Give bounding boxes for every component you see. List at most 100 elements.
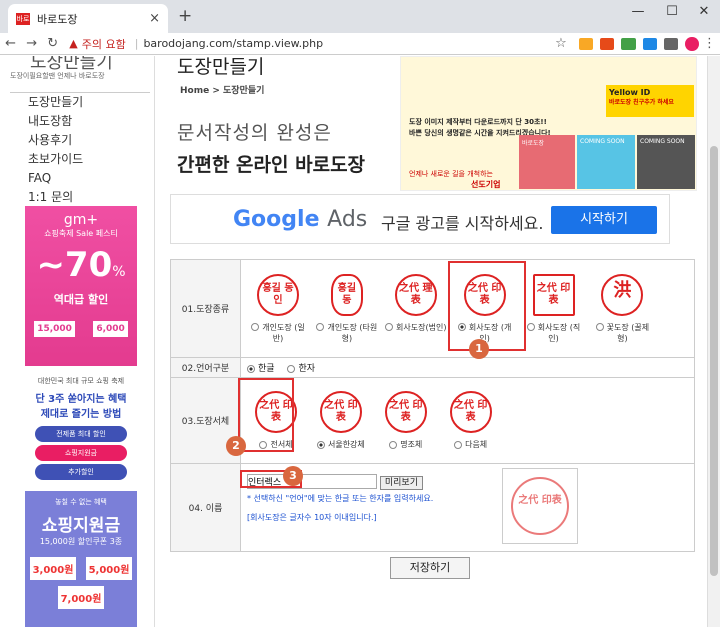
stamp-preview: 홍길 동인 xyxy=(257,273,299,316)
banner-footer: 언제나 새로운 길을 개척하는 xyxy=(409,170,493,178)
font-option[interactable]: 之代 印表 명조체 xyxy=(377,391,435,450)
radio-button[interactable] xyxy=(316,323,325,331)
stamp-preview: 之代 印表 xyxy=(511,477,569,535)
ad-percent: ~70 xyxy=(36,245,113,285)
highlight-box xyxy=(238,378,294,452)
bookmark-star-icon[interactable]: ☆ xyxy=(550,36,571,51)
warning-icon: ▲ xyxy=(69,37,78,50)
sidebar-item-inquiry[interactable]: 1:1 문의 xyxy=(10,188,150,207)
radio-button[interactable] xyxy=(595,323,604,331)
banner-tile[interactable]: 바로도장 xyxy=(519,135,575,189)
stamp-preview: 之代 印表 xyxy=(319,391,362,433)
extension-icon[interactable] xyxy=(664,37,679,50)
stamp-preview: 之代 印表 xyxy=(449,391,492,433)
banner-tile[interactable]: COMING SOON xyxy=(577,135,635,189)
promo-banner[interactable]: 도장 이미지 제작부터 다운로드까지 단 30초!! 바쁜 당신의 생명같은 시… xyxy=(400,56,697,191)
radio-hanja[interactable] xyxy=(287,364,296,373)
save-button[interactable]: 저장하기 xyxy=(390,557,470,579)
sidebar-item-faq[interactable]: FAQ xyxy=(10,169,150,188)
ad-text: 15,000원 할인쿠폰 3종 xyxy=(39,537,123,546)
stamp-preview: 之代 印表 xyxy=(384,391,427,433)
step-badge: 3 xyxy=(283,466,303,486)
more-menu-icon[interactable]: ⋮ xyxy=(699,36,720,51)
ad-pill: 추가할인 xyxy=(35,464,127,480)
font-option[interactable]: 之代 印表 다음체 xyxy=(442,391,500,450)
close-tab-icon[interactable]: × xyxy=(149,11,160,26)
banner-company: 선도기업 xyxy=(471,180,501,189)
breadcrumb-home[interactable]: Home xyxy=(180,86,209,96)
ad-text: 놓칠 수 없는 혜택 xyxy=(55,498,107,506)
stamp-type-option[interactable]: 홍길 동인 개인도장 (일반) xyxy=(247,273,309,344)
google-ads-banner[interactable]: Google Ads 구글 광고를 시작하세요. 시작하기 xyxy=(170,194,670,244)
language-options: 한글 한자 xyxy=(240,357,695,378)
stamp-type-option[interactable]: 之代 印表 회사도장 (직인) xyxy=(523,273,585,344)
window-close-icon[interactable]: ✕ xyxy=(688,4,720,19)
sidebar-item-reviews[interactable]: 사용후기 xyxy=(10,131,150,150)
sidebar-ad-festival[interactable]: 대한민국 최대 규모 쇼핑 축제 단 3주 쏟아지는 혜택 제대로 즐기는 방법… xyxy=(25,376,137,486)
address-bar[interactable]: ▲ 주의 요함 | barodojang.com/stamp.view.php xyxy=(69,35,510,53)
preview-button[interactable]: 미리보기 xyxy=(379,476,423,490)
extension-icon[interactable] xyxy=(578,37,593,50)
radio-button[interactable] xyxy=(454,440,463,449)
ad-coupon: 3,000원 xyxy=(29,557,77,580)
radio-korean[interactable] xyxy=(247,364,255,373)
scrollbar[interactable] xyxy=(707,56,720,627)
yellow-id-card[interactable]: Yellow ID 바로도장 친구추가 하세요 xyxy=(606,85,694,117)
scrollbar-thumb[interactable] xyxy=(710,146,718,576)
ads-text: 구글 광고를 시작하세요. xyxy=(381,214,544,233)
stamp-preview-box: 之代 印表 xyxy=(502,468,578,544)
ad-pill: 전제품 최대 할인 xyxy=(35,426,127,442)
step-badge: 1 xyxy=(469,339,489,359)
radio-button[interactable] xyxy=(251,323,260,331)
breadcrumb-separator: > xyxy=(212,86,220,96)
slogan-line-1: 문서작성의 완성은 xyxy=(177,122,332,144)
banner-tile[interactable]: COMING SOON xyxy=(637,135,695,189)
name-hint-company: [회사도장은 글자수 10자 이내입니다.] xyxy=(247,513,377,522)
ad-percent-unit: % xyxy=(112,264,126,280)
maximize-icon[interactable]: ☐ xyxy=(656,4,688,19)
address-divider: | xyxy=(134,37,139,50)
forward-icon[interactable]: → xyxy=(21,36,42,51)
google-logo: Google Ads xyxy=(233,207,368,232)
stamp-preview: 之代 印表 xyxy=(532,273,575,316)
ad-coupon: 7,000원 xyxy=(57,586,105,609)
stamp-type-option[interactable]: 之代 理表 회사도장(법인) xyxy=(385,273,447,333)
browser-tab[interactable]: 바로 바로도장 × xyxy=(8,4,168,33)
lang-korean-label: 한글 xyxy=(258,364,275,374)
radio-button[interactable] xyxy=(389,440,398,449)
sidebar-ad-gmarket[interactable]: gm+ 쇼핑축제 Sale 페스티 ~70% 역대급 할인 15,000 6,0… xyxy=(25,206,137,366)
ad-title: 쇼핑지원금 xyxy=(41,516,121,536)
profile-avatar[interactable] xyxy=(685,36,699,51)
reload-icon[interactable]: ↻ xyxy=(42,36,63,51)
extension-icon[interactable] xyxy=(599,37,615,50)
radio-button[interactable] xyxy=(385,323,394,331)
security-warning: 주의 요함 xyxy=(81,37,126,51)
url-text: barodojang.com/stamp.view.php xyxy=(143,37,324,50)
ad-text: 제대로 즐기는 방법 xyxy=(40,409,122,420)
ad-text: 쇼핑축제 Sale 페스티 xyxy=(44,229,118,238)
sidebar-item-guide[interactable]: 초보가이드 xyxy=(10,150,150,169)
name-input-cell: 미리보기 * 선택하신 "언어"에 맞는 한글 또는 한자를 입력하세요. [회… xyxy=(240,463,695,552)
new-tab-icon[interactable]: + xyxy=(178,6,192,26)
stamp-type-option[interactable]: 홍길 동 개인도장 (타원형) xyxy=(316,273,378,344)
ad-pill: 쇼핑지원금 xyxy=(35,445,127,461)
translate-icon[interactable] xyxy=(642,37,658,50)
sidebar-item-my-stamps[interactable]: 내도장함 xyxy=(10,112,150,131)
row-label-name: 04. 이름 xyxy=(170,463,241,552)
extension-icon[interactable] xyxy=(621,37,636,50)
ads-start-button[interactable]: 시작하기 xyxy=(551,206,657,234)
font-option-selected[interactable]: 之代 印表 서울한강체 xyxy=(312,391,370,450)
radio-button-selected[interactable] xyxy=(316,440,325,449)
sidebar-ad-shopping[interactable]: 놓칠 수 없는 혜택 쇼핑지원금 15,000원 할인쿠폰 3종 3,000원 … xyxy=(25,491,137,627)
stamp-type-option[interactable]: 洪 꽃도장 (꿀제형) xyxy=(591,273,653,344)
minimize-icon[interactable]: — xyxy=(622,4,654,19)
radio-button[interactable] xyxy=(526,323,535,331)
browser-toolbar: ← → ↻ ▲ 주의 요함 | barodojang.com/stamp.vie… xyxy=(0,33,720,55)
slogan-line-2: 간편한 온라인 바로도장 xyxy=(177,154,366,176)
tab-title: 바로도장 xyxy=(37,12,78,26)
sidebar-item-make-stamp[interactable]: 도장만들기 xyxy=(10,93,150,112)
name-hint: * 선택하신 "언어"에 맞는 한글 또는 한자를 입력하세요. xyxy=(247,494,434,503)
page-viewport: 도장만들기 도장이필요할땐 언제나 바로도장 도장만들기 내도장함 사용후기 초… xyxy=(0,56,707,627)
back-icon[interactable]: ← xyxy=(0,36,21,51)
ad-text: 단 3주 쏟아지는 혜택 xyxy=(35,394,127,405)
